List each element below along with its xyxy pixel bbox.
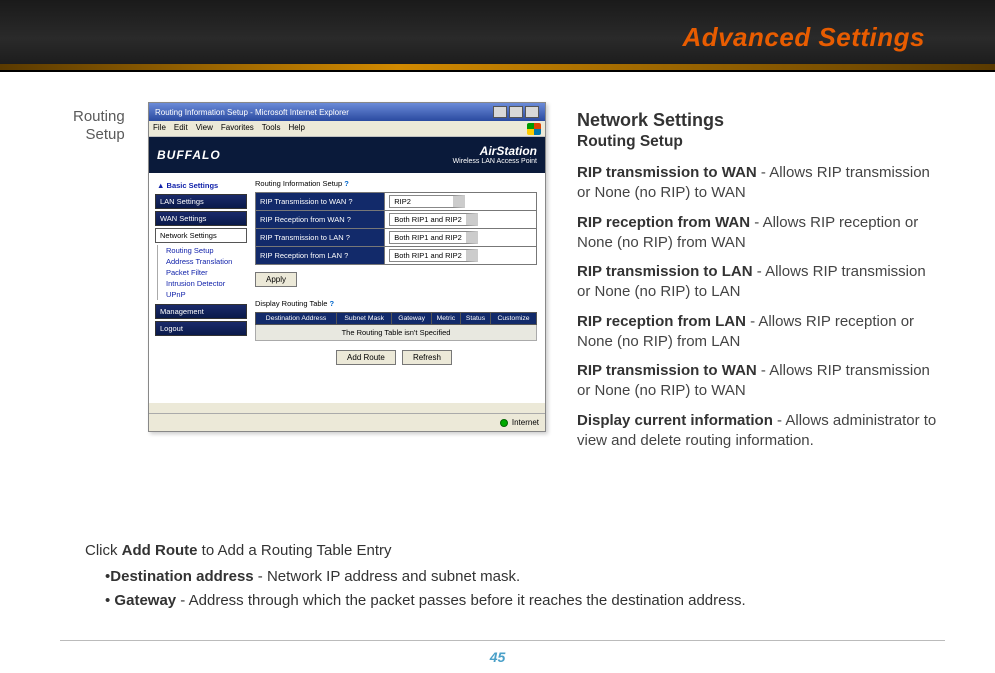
page-title: Advanced Settings xyxy=(682,22,925,53)
desc-item-rip-tx-wan-2: RIP transmission to WAN - Allows RIP tra… xyxy=(577,361,942,402)
internet-zone-icon xyxy=(500,419,508,427)
sidebar-sub-upnp[interactable]: UPnP xyxy=(157,289,247,300)
refresh-button[interactable]: Refresh xyxy=(402,350,452,365)
window-title: Routing Information Setup - Microsoft In… xyxy=(155,108,349,117)
bottom-line-1: Click Add Route to Add a Routing Table E… xyxy=(85,540,945,562)
panel-heading-text: Routing Information Setup xyxy=(255,179,342,188)
col-status: Status xyxy=(460,313,490,325)
windows-flag-icon xyxy=(527,123,541,135)
brand-airstation-big: AirStation xyxy=(480,144,537,158)
bottom-bullet-destination: •Destination address - Network IP addres… xyxy=(105,566,945,588)
product-banner: BUFFALO AirStation Wireless LAN Access P… xyxy=(149,137,545,173)
menu-help[interactable]: Help xyxy=(288,123,304,134)
sidebar-sub-packet-filter[interactable]: Packet Filter xyxy=(157,267,247,278)
rip-label-lan-rx: RIP Reception from LAN ? xyxy=(256,247,385,265)
sidebar: ▲ Basic Settings LAN Settings WAN Settin… xyxy=(149,173,251,403)
window-titlebar: Routing Information Setup - Microsoft In… xyxy=(149,103,545,121)
help-icon[interactable]: ? xyxy=(348,197,352,206)
col-metric: Metric xyxy=(431,313,460,325)
desc-subtitle: Routing Setup xyxy=(577,132,942,153)
sidebar-item-management[interactable]: Management xyxy=(155,304,247,319)
desc-item-rip-rx-lan: RIP reception from LAN - Allows RIP rece… xyxy=(577,312,942,353)
menu-edit[interactable]: Edit xyxy=(174,123,188,134)
rip-select-wan-tx[interactable]: RIP2 xyxy=(389,195,465,208)
routing-table-heading: Display Routing Table ? xyxy=(255,299,537,308)
close-button[interactable] xyxy=(525,106,539,118)
help-icon[interactable]: ? xyxy=(344,179,349,188)
rip-label-lan-tx: RIP Transmission to LAN ? xyxy=(256,229,385,247)
page-header-band: Advanced Settings xyxy=(0,0,995,72)
brand-airstation-sub: Wireless LAN Access Point xyxy=(453,158,537,165)
apply-button[interactable]: Apply xyxy=(255,272,297,287)
menu-tools[interactable]: Tools xyxy=(262,123,281,134)
desc-item-rip-tx-lan: RIP transmission to LAN - Allows RIP tra… xyxy=(577,262,942,303)
sidebar-sub-routing-setup[interactable]: Routing Setup xyxy=(157,245,247,256)
admin-body: ▲ Basic Settings LAN Settings WAN Settin… xyxy=(149,173,545,403)
description-column: Network Settings Routing Setup RIP trans… xyxy=(577,108,942,460)
sidebar-item-lan-settings[interactable]: LAN Settings xyxy=(155,194,247,209)
desc-item-display: Display current information - Allows adm… xyxy=(577,411,942,452)
minimize-button[interactable] xyxy=(493,106,507,118)
browser-statusbar: Internet xyxy=(149,413,545,431)
screenshot-caption: Routing Setup xyxy=(73,108,125,144)
footer-divider xyxy=(60,640,945,641)
sidebar-item-network-settings-active[interactable]: Network Settings xyxy=(155,228,247,243)
sidebar-heading-text: Basic Settings xyxy=(167,181,219,190)
col-subnet: Subnet Mask xyxy=(337,313,392,325)
routing-table: Destination Address Subnet Mask Gateway … xyxy=(255,312,537,341)
brand-buffalo: BUFFALO xyxy=(157,148,221,162)
desc-item-rip-rx-wan: RIP reception from WAN - Allows RIP rece… xyxy=(577,213,942,254)
brand-airstation: AirStation Wireless LAN Access Point xyxy=(453,145,537,166)
help-icon[interactable]: ? xyxy=(347,215,351,224)
rip-select-wan-rx[interactable]: Both RIP1 and RIP2 xyxy=(389,213,478,226)
bottom-bullet-gateway: • Gateway - Address through which the pa… xyxy=(105,590,945,612)
menu-view[interactable]: View xyxy=(196,123,213,134)
sidebar-item-wan-settings[interactable]: WAN Settings xyxy=(155,211,247,226)
rip-select-lan-rx[interactable]: Both RIP1 and RIP2 xyxy=(389,249,478,262)
rip-label-wan-rx: RIP Reception from WAN ? xyxy=(256,211,385,229)
main-panel: Routing Information Setup ? RIP Transmis… xyxy=(251,173,545,403)
col-customize: Customize xyxy=(491,313,537,325)
add-route-button[interactable]: Add Route xyxy=(336,350,396,365)
triangle-icon: ▲ xyxy=(157,181,164,190)
screenshot-router-admin: Routing Information Setup - Microsoft In… xyxy=(148,102,546,432)
desc-item-rip-tx-wan: RIP transmission to WAN - Allows RIP tra… xyxy=(577,163,942,204)
help-icon[interactable]: ? xyxy=(344,251,348,260)
routing-table-empty: The Routing Table isn't Specified xyxy=(256,325,537,341)
maximize-button[interactable] xyxy=(509,106,523,118)
routing-table-heading-text: Display Routing Table xyxy=(255,299,327,308)
status-text: Internet xyxy=(512,418,539,427)
help-icon[interactable]: ? xyxy=(330,299,335,308)
menu-favorites[interactable]: Favorites xyxy=(221,123,254,134)
sidebar-heading[interactable]: ▲ Basic Settings xyxy=(157,181,247,190)
rip-label-wan-tx: RIP Transmission to WAN ? xyxy=(256,193,385,211)
rip-settings-table: RIP Transmission to WAN ? RIP2 RIP Recep… xyxy=(255,192,537,265)
browser-menubar: File Edit View Favorites Tools Help xyxy=(149,121,545,137)
bottom-instructions: Click Add Route to Add a Routing Table E… xyxy=(85,540,945,613)
col-gateway: Gateway xyxy=(392,313,431,325)
sidebar-item-logout[interactable]: Logout xyxy=(155,321,247,336)
panel-heading: Routing Information Setup ? xyxy=(255,179,537,188)
window-buttons[interactable] xyxy=(493,106,539,118)
desc-title: Network Settings xyxy=(577,108,942,132)
help-icon[interactable]: ? xyxy=(346,233,350,242)
sidebar-sub-address-translation[interactable]: Address Translation xyxy=(157,256,247,267)
menu-file[interactable]: File xyxy=(153,123,166,134)
rip-select-lan-tx[interactable]: Both RIP1 and RIP2 xyxy=(389,231,478,244)
sidebar-sub-intrusion-detector[interactable]: Intrusion Detector xyxy=(157,278,247,289)
col-destination: Destination Address xyxy=(256,313,337,325)
caption-line-2: Setup xyxy=(86,126,125,143)
caption-line-1: Routing xyxy=(73,108,125,125)
page-number: 45 xyxy=(0,649,995,665)
